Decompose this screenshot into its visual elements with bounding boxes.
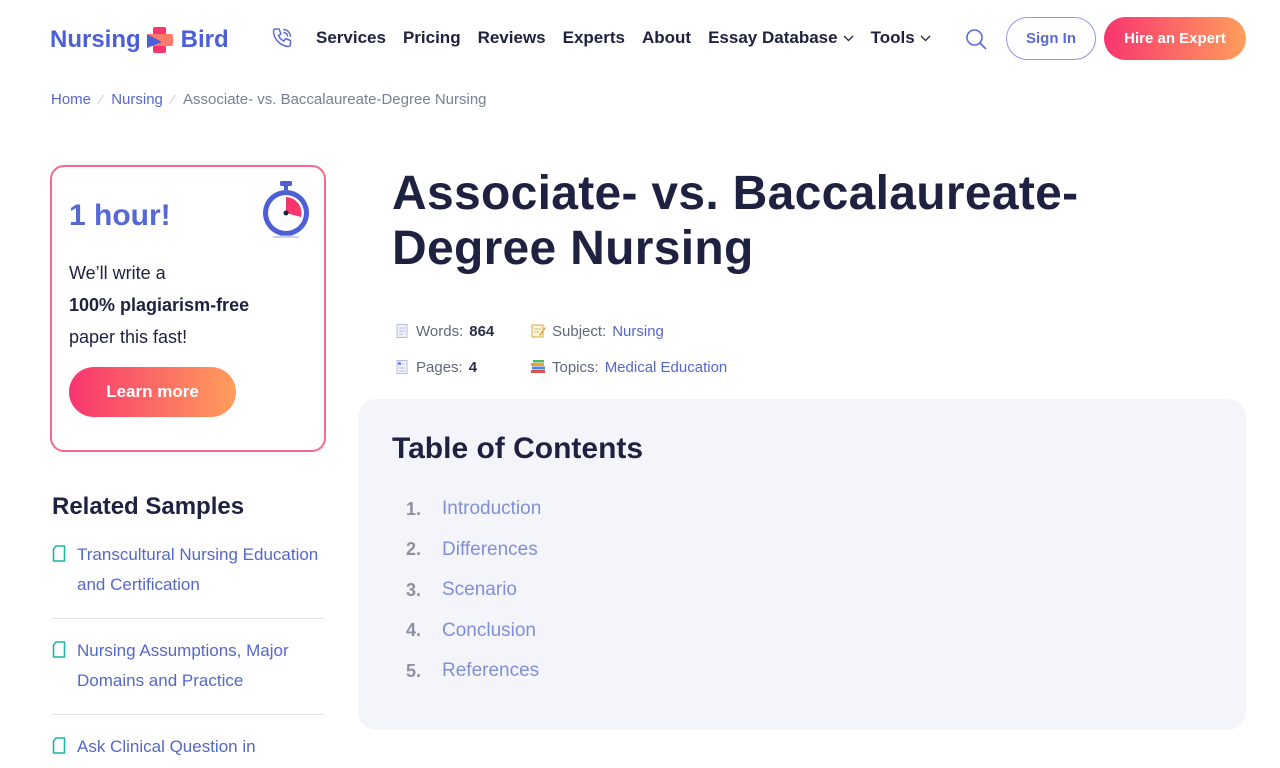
meta-pages-value: 4 <box>468 358 478 376</box>
meta-words-label: Words: <box>416 322 464 340</box>
related-sample-link[interactable]: Ask Clinical Question in <box>77 737 256 756</box>
meta-row: Pages: 4 Topics: Medical Education <box>394 349 727 385</box>
promo-line-1: We’ll write a <box>69 263 166 283</box>
stopwatch-icon <box>263 181 309 238</box>
nav-services-label: Services <box>316 28 386 47</box>
promo-title: 1 hour! <box>69 199 171 232</box>
toc-item: 1. Introduction <box>406 489 541 530</box>
list-item: Ask Clinical Question in <box>52 732 324 768</box>
toc-list: 1. Introduction 2. Differences 3. Scenar… <box>406 489 541 692</box>
document-icon <box>52 641 66 658</box>
nav-essay-database[interactable]: Essay Database <box>708 28 854 48</box>
list-item: Transcultural Nursing Education and Cert… <box>52 540 324 619</box>
toc-link-differences[interactable]: Differences <box>442 539 538 561</box>
phone-icon[interactable] <box>270 26 294 50</box>
toc-number: 1. <box>406 498 422 519</box>
page-icon <box>396 324 408 338</box>
chevron-down-icon <box>920 35 931 41</box>
pages-icon <box>396 360 408 374</box>
related-sample-link[interactable]: Transcultural Nursing Education and Cert… <box>77 545 318 594</box>
toc-number: 4. <box>406 620 422 641</box>
meta-subject-link[interactable]: Nursing <box>612 323 664 340</box>
promo-card: 1 hour! We’ll write a 100% plagiarism-fr… <box>50 165 326 452</box>
meta-subject: Subject: Nursing <box>530 323 664 340</box>
document-icon <box>52 545 66 562</box>
nav-tools[interactable]: Tools <box>871 28 931 48</box>
nav-experts-label: Experts <box>562 28 625 47</box>
article-meta: Words: 864 Subject: Nursing Pages: 4 Top… <box>394 313 727 385</box>
page-title: Associate- vs. Baccalaureate-Degree Nurs… <box>392 167 1079 275</box>
logo-text-right: Bird <box>180 26 229 53</box>
main-nav: Services Pricing Reviews Experts About E… <box>316 28 931 48</box>
nav-about[interactable]: About <box>642 28 691 48</box>
document-icon <box>52 737 66 754</box>
toc-number: 3. <box>406 579 422 600</box>
related-samples-list: Transcultural Nursing Education and Cert… <box>52 540 324 768</box>
meta-subject-label: Subject: <box>552 322 607 340</box>
books-icon <box>531 360 545 373</box>
toc-link-scenario[interactable]: Scenario <box>442 579 517 601</box>
breadcrumb-nursing[interactable]: Nursing <box>111 91 163 108</box>
breadcrumb-home[interactable]: Home <box>51 91 91 108</box>
memo-icon <box>531 324 546 338</box>
breadcrumb: Home ⁄ Nursing ⁄ Associate- vs. Baccalau… <box>51 91 487 108</box>
nav-essay-database-label: Essay Database <box>708 28 838 47</box>
related-sample-link[interactable]: Nursing Assumptions, Major Domains and P… <box>77 641 289 690</box>
chevron-down-icon <box>843 35 854 41</box>
meta-pages-label: Pages: <box>416 358 463 376</box>
sign-in-button[interactable]: Sign In <box>1006 17 1096 60</box>
logo[interactable]: Nursing Bird <box>50 24 229 56</box>
breadcrumb-separator: ⁄ <box>100 92 103 107</box>
toc-item: 3. Scenario <box>406 570 541 611</box>
learn-more-button[interactable]: Learn more <box>69 367 236 417</box>
toc-link-conclusion[interactable]: Conclusion <box>442 620 536 642</box>
meta-topics: Topics: Medical Education <box>530 359 727 376</box>
meta-words-value: 864 <box>469 322 495 340</box>
toc-link-references[interactable]: References <box>442 660 539 682</box>
toc-number: 5. <box>406 660 422 681</box>
promo-line-3: paper this fast! <box>69 327 188 347</box>
table-of-contents: Table of Contents 1. Introduction 2. Dif… <box>358 399 1246 730</box>
toc-number: 2. <box>406 539 422 560</box>
promo-line-2: 100% plagiarism-free <box>69 295 250 315</box>
nav-tools-label: Tools <box>870 28 915 47</box>
list-item: Nursing Assumptions, Major Domains and P… <box>52 636 324 715</box>
toc-item: 4. Conclusion <box>406 611 541 652</box>
nav-pricing-label: Pricing <box>402 28 461 47</box>
logo-bird-icon <box>146 27 173 53</box>
nav-services[interactable]: Services <box>316 28 386 48</box>
nav-pricing[interactable]: Pricing <box>403 28 461 48</box>
breadcrumb-current: Associate- vs. Baccalaureate-Degree Nurs… <box>183 91 487 108</box>
toc-title: Table of Contents <box>392 432 644 465</box>
toc-item: 5. References <box>406 651 541 692</box>
logo-text-left: Nursing <box>50 26 141 53</box>
toc-link-introduction[interactable]: Introduction <box>442 498 541 520</box>
meta-words: Words: 864 <box>394 323 530 340</box>
meta-topics-link[interactable]: Medical Education <box>605 359 728 376</box>
nav-about-label: About <box>642 28 692 47</box>
nav-reviews[interactable]: Reviews <box>478 28 546 48</box>
search-icon[interactable] <box>964 27 988 51</box>
meta-pages: Pages: 4 <box>394 359 530 376</box>
site-header: Nursing Bird Services Pricing Reviews Ex… <box>0 0 1280 78</box>
nav-experts[interactable]: Experts <box>563 28 625 48</box>
meta-topics-label: Topics: <box>552 358 599 376</box>
hire-expert-button[interactable]: Hire an Expert <box>1104 17 1246 60</box>
breadcrumb-separator: ⁄ <box>171 92 175 107</box>
meta-row: Words: 864 Subject: Nursing <box>394 313 727 349</box>
nav-reviews-label: Reviews <box>477 28 546 47</box>
toc-item: 2. Differences <box>406 530 541 571</box>
promo-text: We’ll write a 100% plagiarism-free paper… <box>69 257 309 353</box>
related-samples-title: Related Samples <box>52 493 245 520</box>
